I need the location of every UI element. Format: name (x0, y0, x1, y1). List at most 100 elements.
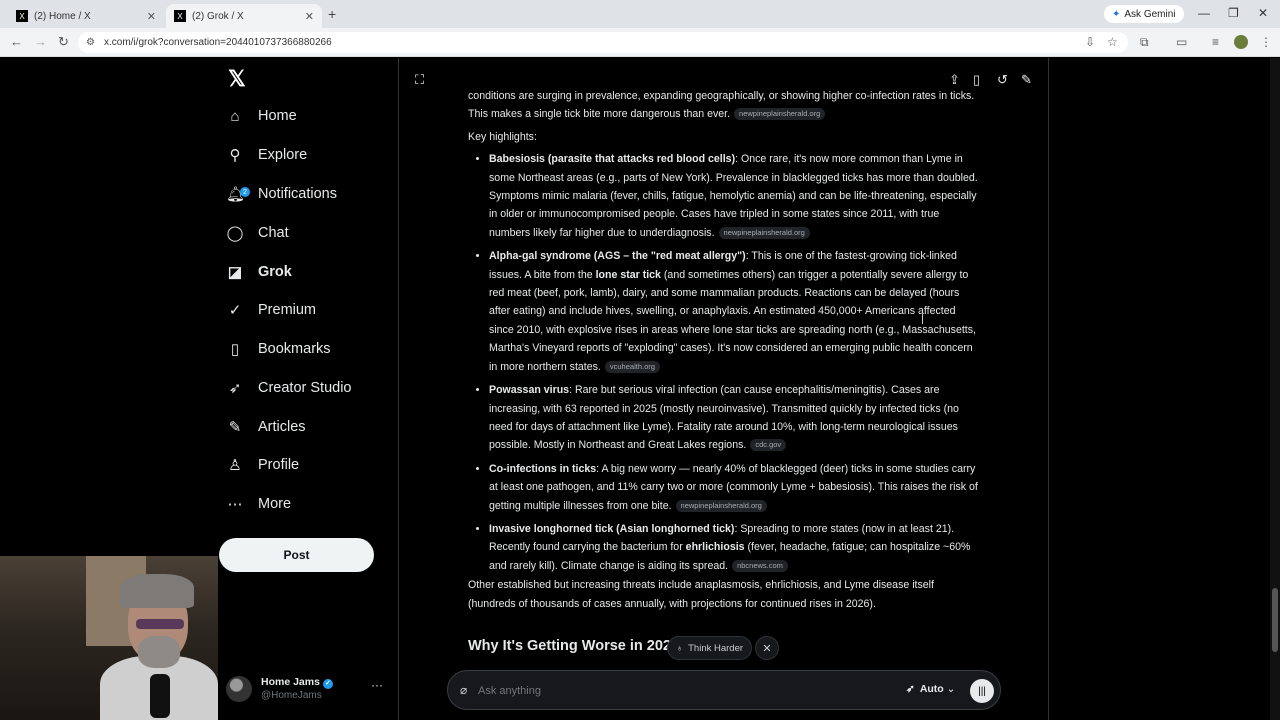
forward-icon[interactable]: → (34, 34, 47, 49)
expand-icon[interactable]: ⛶ (415, 72, 424, 88)
attach-icon[interactable]: ⌀ (460, 683, 467, 697)
sidebar-item-label: Explore (258, 147, 308, 163)
source-chip[interactable]: vcuhealth.org (604, 360, 660, 373)
source-chip[interactable]: newpineplainsherald.org (734, 108, 826, 121)
sidebar-item-label: More (258, 496, 292, 512)
highlights-list: Babesiosis (parasite that attacks red bl… (468, 150, 983, 575)
intro-paragraph: conditions are surging in prevalence, ex… (468, 87, 983, 124)
sidebar-item-articles[interactable]: ✎ Articles (226, 412, 306, 442)
sidebar-item-home[interactable]: ⌂ Home (226, 101, 297, 131)
close-window-icon[interactable]: ✕ (1258, 6, 1268, 20)
plus-icon[interactable]: + (328, 6, 336, 22)
person-icon: ♙ (228, 457, 242, 474)
grok-response: conditions are surging in prevalence, ex… (468, 87, 983, 613)
sidebar-item-label: Chat (258, 225, 289, 241)
split-view-icon[interactable]: ▭ (1176, 35, 1187, 49)
sidebar-item-profile[interactable]: ♙ Profile (226, 450, 299, 480)
article-icon: ✎ (228, 419, 242, 436)
premium-icon: ✓ (228, 302, 242, 319)
minimize-icon[interactable]: — (1198, 6, 1210, 20)
x-favicon-icon: X (16, 10, 28, 22)
sidebar-item-explore[interactable]: ⚲ Explore (226, 140, 308, 170)
profile-name: Home Jams (261, 676, 320, 688)
list-item: Co-infections in ticks: A big new worry … (489, 460, 983, 515)
new-chat-icon[interactable]: ✎ (1021, 72, 1032, 88)
close-tab-icon[interactable]: ✕ (147, 10, 156, 23)
think-harder-button[interactable]: ♁ Think Harder (667, 636, 753, 660)
source-chip[interactable]: nbcnews.com (732, 559, 788, 572)
sidebar: 𝕏 ⌂ Home ⚲ Explore 🔔︎ 2 Notifications ◯ C… (218, 58, 398, 720)
more-options-icon[interactable]: ··· (371, 678, 383, 692)
x-logo-icon[interactable]: 𝕏 (228, 66, 246, 92)
share-icon[interactable]: ⇪ (949, 72, 960, 88)
source-chip[interactable]: newpineplainsherald.org (675, 499, 767, 512)
post-button[interactable]: Post (219, 538, 374, 572)
close-tab-icon[interactable]: ✕ (305, 10, 314, 23)
browser-profile-avatar[interactable] (1234, 35, 1248, 49)
sidebar-item-label: Bookmarks (258, 341, 331, 357)
ask-input-bar: ⌀ ➶ Auto ⌄ ||| (447, 670, 1001, 710)
sidebar-item-more[interactable]: ⋯ More (226, 489, 292, 519)
tab-home[interactable]: X (2) Home / X ✕ (8, 4, 164, 28)
media-icon[interactable]: ≡ (1212, 35, 1219, 49)
sidebar-item-bookmarks[interactable]: ▯ Bookmarks (226, 334, 331, 364)
home-icon: ⌂ (230, 107, 240, 125)
menu-icon[interactable]: ⋮ (1260, 35, 1272, 49)
address-bar-row: ← → ↻ ⚙ x.com/i/grok?conversation=204401… (0, 28, 1280, 57)
tab-grok[interactable]: X (2) Grok / X ✕ (166, 4, 322, 28)
bookmark-star-icon[interactable]: ☆ (1107, 35, 1118, 49)
back-icon[interactable]: ← (10, 34, 23, 49)
bell-icon: 🔔︎ 2 (226, 185, 250, 203)
list-item: Powassan virus: Rare but serious viral i… (489, 381, 983, 455)
sidebar-item-label: Grok (258, 264, 292, 280)
webcam-overlay (0, 556, 218, 720)
sidebar-item-label: Creator Studio (258, 380, 352, 396)
item-emphasis: ehrlichiosis (685, 541, 745, 554)
source-chip[interactable]: newpineplainsherald.org (718, 226, 810, 239)
outro-paragraph: Other established but increasing threats… (468, 579, 934, 610)
scrollbar[interactable] (1270, 58, 1280, 720)
chat-icon: ◯ (226, 225, 244, 242)
item-title: Invasive longhorned tick (Asian longhorn… (489, 522, 735, 535)
dismiss-think-harder-button[interactable]: ✕ (755, 636, 779, 660)
notification-badge: 2 (240, 187, 250, 197)
reload-icon[interactable]: ↻ (58, 34, 69, 50)
search-icon: ⚲ (229, 147, 241, 164)
voice-mode-button[interactable]: ||| (970, 679, 994, 703)
item-title: Co-infections in ticks (489, 462, 597, 475)
item-emphasis: lone star tick (595, 268, 661, 281)
sidebar-item-label: Notifications (258, 186, 337, 202)
sidebar-item-premium[interactable]: ✓ Premium (226, 295, 316, 325)
bookmark-icon: ▯ (230, 341, 240, 358)
account-switcher[interactable]: Home Jams ✓ @HomeJams ··· (226, 674, 386, 704)
tab-title: (2) Grok / X (192, 10, 244, 22)
history-icon[interactable]: ↺ (997, 72, 1008, 88)
model-mode-selector[interactable]: ➶ Auto ⌄ (906, 683, 955, 695)
url-field[interactable]: ⚙ x.com/i/grok?conversation=204401073736… (78, 32, 1128, 53)
source-chip[interactable]: cdc.gov (750, 439, 787, 452)
bookmark-icon[interactable]: ▯ (973, 72, 980, 88)
verified-icon: ✓ (322, 679, 333, 689)
list-item: Babesiosis (parasite that attacks red bl… (489, 150, 983, 242)
scrollbar-thumb[interactable] (1272, 588, 1278, 652)
grok-icon: ◪ (227, 264, 243, 281)
install-app-icon[interactable]: ⇩ (1085, 35, 1095, 49)
ask-gemini-label: Ask Gemini (1124, 8, 1176, 20)
intro-text: conditions are surging in prevalence, ex… (468, 90, 975, 121)
sidebar-item-notifications[interactable]: 🔔︎ 2 Notifications (226, 179, 337, 209)
list-item: Alpha-gal syndrome (AGS – the "red meat … (489, 247, 983, 376)
rocket-icon: ➶ (906, 683, 915, 695)
think-harder-label: Think Harder (688, 642, 744, 654)
sidebar-item-creator-studio[interactable]: ➶ Creator Studio (226, 373, 352, 403)
key-highlights-label: Key highlights: (468, 130, 537, 143)
sidebar-item-chat[interactable]: ◯ Chat (226, 218, 289, 248)
ask-gemini-button[interactable]: ✦ Ask Gemini (1104, 5, 1184, 23)
rocket-icon: ➶ (228, 380, 242, 397)
restore-icon[interactable]: ❐ (1228, 6, 1239, 20)
sidebar-item-grok[interactable]: ◪ Grok (226, 257, 292, 287)
site-info-icon[interactable]: ⚙ (86, 37, 95, 48)
sidebar-item-label: Home (258, 108, 297, 124)
mode-label: Auto (919, 683, 944, 695)
ask-input[interactable] (478, 681, 858, 701)
extensions-icon[interactable]: ⧉ (1140, 35, 1149, 50)
